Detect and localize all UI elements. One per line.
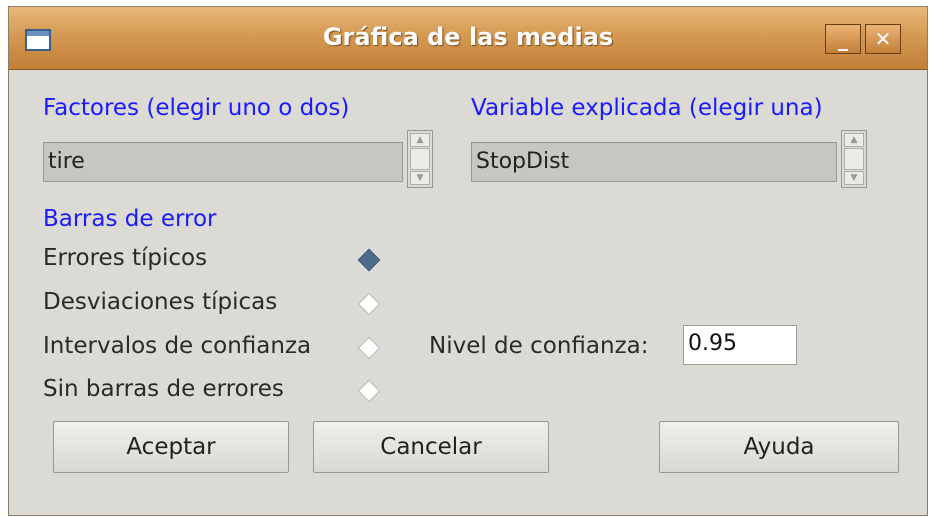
cancel-button[interactable]: Cancelar	[313, 421, 549, 473]
title-bar[interactable]: Gráfica de las medias _ ✕	[9, 7, 927, 70]
scroll-down-icon[interactable]: ▼	[844, 171, 864, 185]
radio-confidence-intervals[interactable]	[357, 336, 381, 360]
radio-label-standard-errors[interactable]: Errores típicos	[43, 245, 207, 271]
scroll-down-icon[interactable]: ▼	[410, 171, 430, 185]
close-button[interactable]: ✕	[865, 24, 901, 54]
help-button[interactable]: Ayuda	[659, 421, 899, 473]
radio-no-error-bars[interactable]	[357, 379, 381, 403]
response-variable-label: Variable explicada (elegir una)	[471, 95, 823, 121]
scroll-thumb[interactable]	[410, 148, 430, 170]
factors-label: Factores (elegir uno o dos)	[43, 95, 350, 121]
radio-standard-deviations[interactable]	[357, 292, 381, 316]
factors-scrollbar[interactable]: ▲ ▼	[407, 130, 433, 188]
accept-button[interactable]: Aceptar	[53, 421, 289, 473]
scroll-thumb[interactable]	[844, 148, 864, 170]
response-list-item[interactable]: StopDist	[476, 149, 569, 174]
scroll-up-icon[interactable]: ▲	[844, 133, 864, 147]
minimize-button[interactable]: _	[825, 24, 861, 54]
window-title: Gráfica de las medias	[322, 23, 614, 51]
dialog-window: Gráfica de las medias _ ✕ Factores (eleg…	[8, 6, 928, 516]
confidence-level-input[interactable]: 0.95	[683, 325, 797, 365]
factors-list-item[interactable]: tire	[48, 149, 85, 174]
radio-label-no-error-bars[interactable]: Sin barras de errores	[43, 376, 284, 402]
radio-label-confidence-intervals[interactable]: Intervalos de confianza	[43, 333, 311, 359]
confidence-level-label: Nivel de confianza:	[429, 333, 649, 359]
radio-standard-errors[interactable]	[357, 248, 381, 272]
radio-label-standard-deviations[interactable]: Desviaciones típicas	[43, 289, 277, 315]
scroll-up-icon[interactable]: ▲	[410, 133, 430, 147]
response-variable-listbox[interactable]: StopDist	[471, 142, 837, 182]
factors-listbox[interactable]: tire	[43, 142, 403, 182]
error-bars-label: Barras de error	[43, 206, 217, 232]
response-scrollbar[interactable]: ▲ ▼	[841, 130, 867, 188]
